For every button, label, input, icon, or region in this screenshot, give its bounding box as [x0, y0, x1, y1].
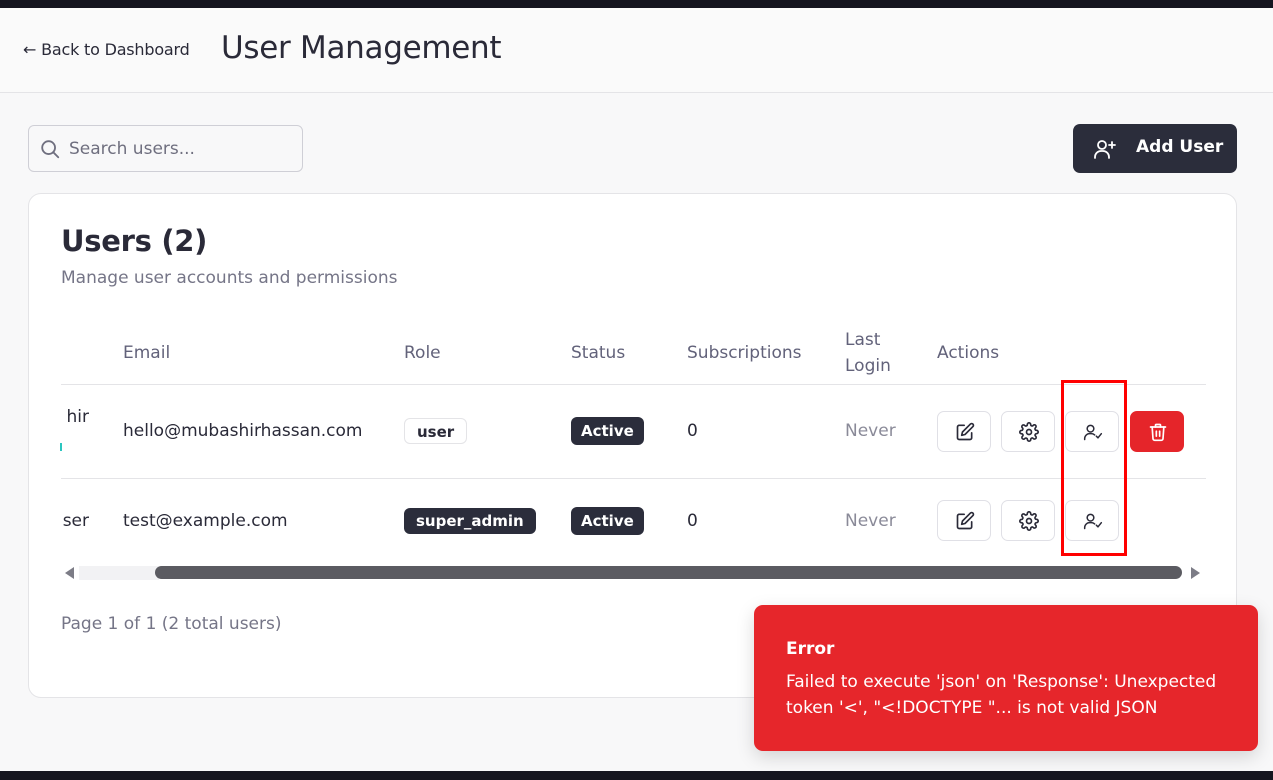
column-header-last-login-line2: Login: [845, 356, 891, 376]
column-header-role: Role: [404, 343, 441, 363]
scrollbar-thumb[interactable]: [155, 566, 1182, 579]
column-header-last-login-line1: Last: [845, 330, 881, 350]
edit-icon: [956, 422, 975, 441]
pagination-info: Page 1 of 1 (2 total users): [61, 614, 282, 634]
user-settings-button[interactable]: [1001, 500, 1055, 541]
name-fragment: hir: [66, 407, 90, 427]
email-cell: test@example.com: [123, 511, 288, 531]
add-user-label: Add User: [1136, 137, 1224, 157]
email-cell: hello@mubashirhassan.com: [123, 421, 363, 441]
name-cell: ser: [61, 511, 89, 541]
page-title: User Management: [221, 30, 502, 66]
delete-user-button[interactable]: [1130, 411, 1184, 452]
scroll-right-arrow[interactable]: [1191, 567, 1200, 579]
column-header-actions: Actions: [937, 343, 1000, 363]
subscriptions-cell: 0: [687, 421, 698, 441]
gear-icon: [1019, 422, 1039, 442]
role-badge: super_admin: [404, 508, 536, 534]
subscriptions-cell: 0: [687, 511, 698, 531]
user-plus-icon: [1094, 140, 1116, 159]
top-window-strip: [0, 0, 1273, 8]
last-login-cell: Never: [845, 511, 896, 531]
toast-title: Error: [786, 639, 835, 659]
manage-subscriptions-button[interactable]: [1065, 411, 1119, 452]
trash-icon: [1149, 423, 1167, 442]
column-header-status: Status: [571, 343, 626, 363]
status-badge: Active: [571, 507, 644, 535]
page-header: ← Back to Dashboard User Management: [0, 8, 1273, 93]
last-login-cell: Never: [845, 421, 896, 441]
scrollbar-track[interactable]: [79, 566, 159, 580]
user-check-icon: [1083, 513, 1103, 530]
users-card-title: Users (2): [61, 224, 208, 258]
avatar-fragment: [60, 443, 62, 451]
edit-icon: [956, 511, 975, 530]
add-user-button[interactable]: Add User: [1073, 124, 1237, 173]
bottom-window-strip: [0, 771, 1273, 780]
row-divider: [61, 478, 1206, 479]
manage-subscriptions-button[interactable]: [1065, 500, 1119, 541]
search-icon: [41, 140, 60, 159]
column-header-email: Email: [123, 343, 171, 363]
column-header-subscriptions: Subscriptions: [687, 343, 802, 363]
users-card-subtitle: Manage user accounts and permissions: [61, 268, 398, 288]
status-badge: Active: [571, 417, 644, 445]
scroll-left-arrow[interactable]: [65, 567, 74, 579]
edit-user-button[interactable]: [937, 500, 991, 541]
role-badge: user: [404, 418, 468, 444]
user-settings-button[interactable]: [1001, 411, 1055, 452]
gear-icon: [1019, 511, 1039, 531]
name-fragment: ser: [62, 511, 89, 531]
header-divider: [61, 384, 1206, 385]
search-box[interactable]: [28, 125, 303, 172]
edit-user-button[interactable]: [937, 411, 991, 452]
name-cell: hir: [61, 407, 90, 437]
back-to-dashboard-link[interactable]: ← Back to Dashboard: [23, 40, 190, 59]
error-toast[interactable]: Error Failed to execute 'json' on 'Respo…: [754, 605, 1258, 751]
user-check-icon: [1083, 424, 1103, 441]
toast-message: Failed to execute 'json' on 'Response': …: [786, 672, 1217, 718]
search-input[interactable]: [69, 134, 297, 164]
horizontal-scrollbar[interactable]: [61, 564, 1206, 582]
